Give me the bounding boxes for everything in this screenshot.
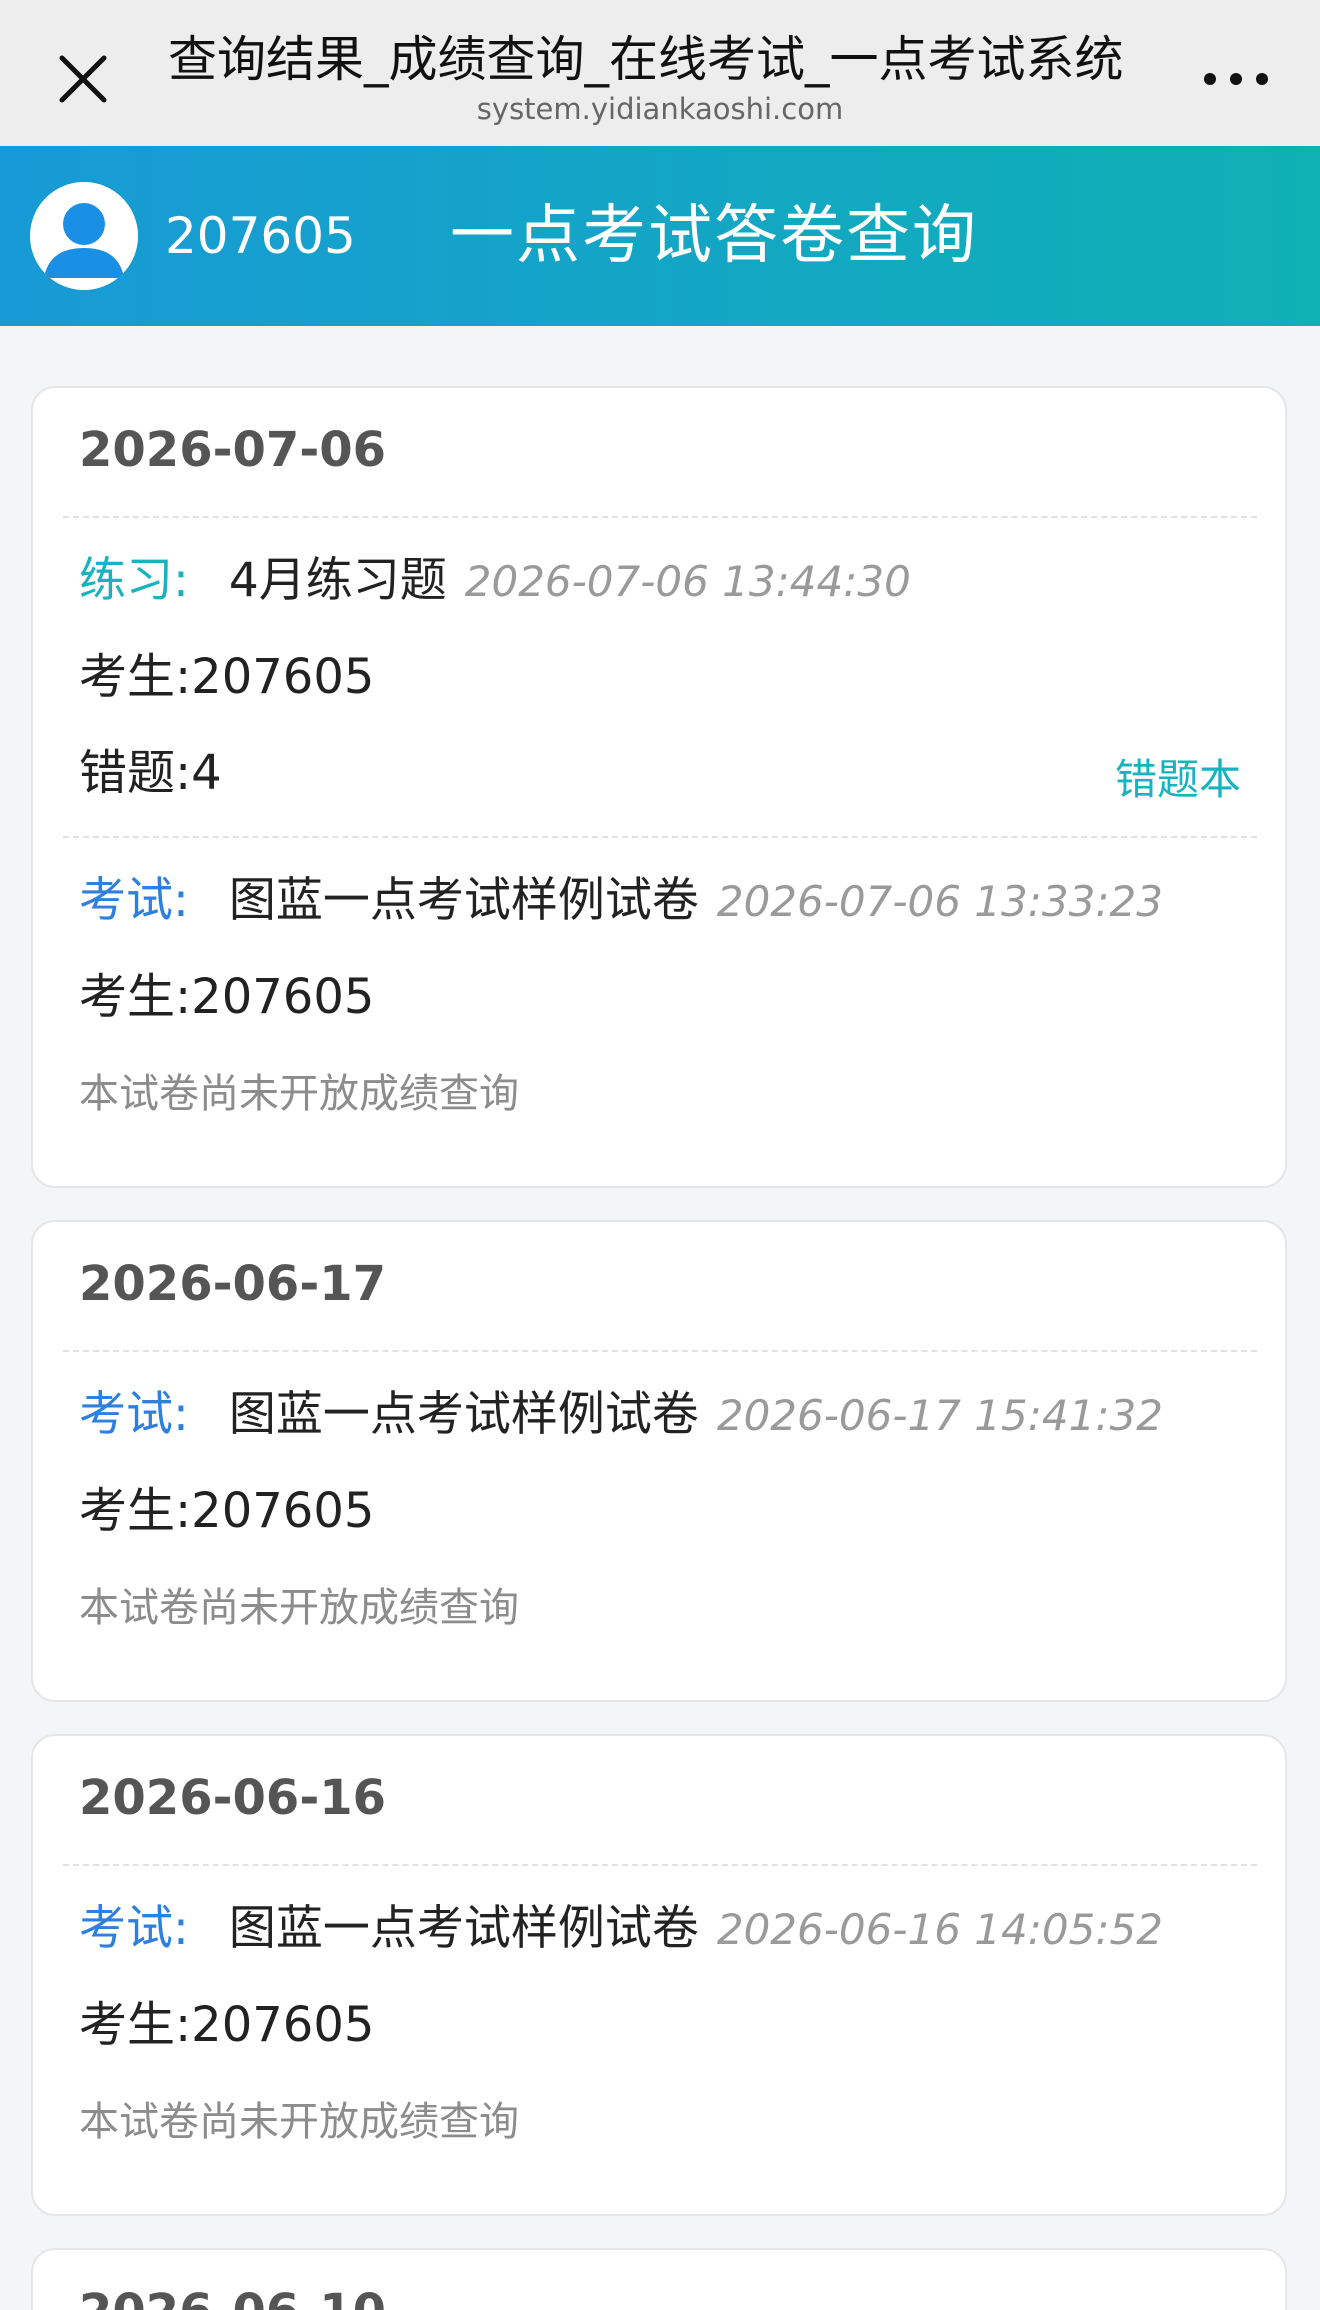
score-closed-notice: 本试卷尚未开放成绩查询 [79, 2099, 519, 2145]
exam-name: 图蓝一点考试样例试卷 [228, 1901, 699, 1956]
browser-bar: 查询结果_成绩查询_在线考试_一点考试系统 system.yidiankaosh… [0, 0, 1320, 146]
divider [63, 836, 1257, 838]
score-closed-notice: 本试卷尚未开放成绩查询 [79, 1585, 519, 1631]
avatar[interactable] [30, 182, 138, 290]
user-id: 207605 [165, 207, 356, 265]
more-icon [1204, 73, 1268, 85]
divider [63, 516, 1257, 518]
student-line: 考生:207605 [79, 969, 375, 1025]
page-title: 查询结果_成绩查询_在线考试_一点考试系统 [168, 31, 1124, 88]
exam-time: 2026-06-17 15:41:32 [716, 1391, 1163, 1440]
divider [63, 1350, 1257, 1352]
exam-row[interactable]: 考试: 图蓝一点考试样例试卷 2026-06-16 14:05:52 [79, 1894, 1163, 1964]
student-line: 考生:207605 [79, 649, 375, 705]
practice-time: 2026-07-06 13:44:30 [464, 557, 911, 606]
student-line: 考生:207605 [79, 1997, 375, 2053]
record-card: 2026-06-10 [31, 2248, 1287, 2310]
user-avatar-icon [30, 182, 138, 290]
exam-row[interactable]: 考试: 图蓝一点考试样例试卷 2026-06-17 15:41:32 [79, 1380, 1163, 1450]
exam-label: 考试: [79, 873, 189, 928]
exam-row[interactable]: 考试: 图蓝一点考试样例试卷 2026-07-06 13:33:23 [79, 866, 1163, 936]
exam-label: 考试: [79, 1901, 189, 1956]
practice-row[interactable]: 练习: 4月练习题 2026-07-06 13:44:30 [79, 546, 911, 616]
app-header: 207605 一点考试答卷查询 [0, 146, 1320, 326]
more-button[interactable] [1196, 54, 1276, 104]
score-closed-notice: 本试卷尚未开放成绩查询 [79, 1071, 519, 1117]
practice-label: 练习: [79, 553, 189, 608]
exam-time: 2026-06-16 14:05:52 [716, 1905, 1163, 1954]
record-card: 2026-07-06 练习: 4月练习题 2026-07-06 13:44:30 考… [31, 386, 1287, 1188]
exam-name: 图蓝一点考试样例试卷 [228, 1387, 699, 1442]
exam-name: 图蓝一点考试样例试卷 [228, 873, 699, 928]
record-card: 2026-06-17 考试: 图蓝一点考试样例试卷 2026-06-17 15:41… [31, 1220, 1287, 1702]
record-card: 2026-06-16 考试: 图蓝一点考试样例试卷 2026-06-16 14:05… [31, 1734, 1287, 2216]
card-date: 2026-06-16 [79, 1770, 387, 1826]
card-date: 2026-06-17 [79, 1256, 387, 1312]
divider [63, 1864, 1257, 1866]
header-title: 一点考试答卷查询 [450, 199, 978, 273]
practice-name: 4月练习题 [228, 553, 447, 608]
exam-time: 2026-07-06 13:33:23 [716, 877, 1163, 926]
exam-label: 考试: [79, 1387, 189, 1442]
student-line: 考生:207605 [79, 1483, 375, 1539]
card-date: 2026-07-06 [79, 422, 387, 478]
wrong-count-line: 错题:4 [79, 745, 222, 801]
card-date: 2026-06-10 [79, 2280, 386, 2310]
page-url: system.yidiankaoshi.com [476, 92, 844, 126]
wrongbook-link[interactable]: 错题本 [1115, 750, 1241, 810]
